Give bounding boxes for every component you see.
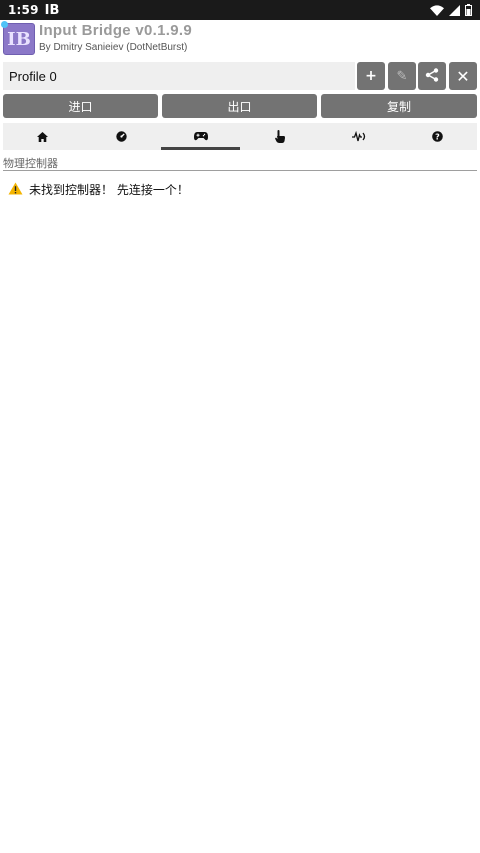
add-profile-button[interactable]: + xyxy=(357,62,385,90)
logo-text: IB xyxy=(7,28,31,50)
gamepad-icon xyxy=(193,132,208,141)
tab-home[interactable] xyxy=(3,123,82,150)
app-header: IB Input Bridge v0.1.9.9 By Dmitry Sanie… xyxy=(0,20,480,60)
app-notification-icon: IB xyxy=(44,2,60,18)
status-time: 1:59 xyxy=(8,3,39,17)
import-button[interactable]: 进口 xyxy=(3,94,158,118)
share-icon xyxy=(425,67,439,86)
help-icon: ? xyxy=(432,131,443,142)
app-title: Input Bridge v0.1.9.9 xyxy=(39,22,193,39)
no-controller-warning: 未找到控制器！ 先连接一个！ xyxy=(8,180,189,199)
tab-bar: ? xyxy=(3,123,477,150)
edit-profile-button[interactable]: ✎ xyxy=(388,62,416,90)
active-tab-indicator xyxy=(161,147,240,150)
home-icon xyxy=(37,131,48,142)
section-divider xyxy=(3,170,477,171)
battery-icon xyxy=(465,4,472,16)
tab-speed[interactable] xyxy=(82,123,161,150)
profile-row: Profile 0 + ✎ ✕ xyxy=(3,62,477,90)
copy-button[interactable]: 复制 xyxy=(321,94,477,118)
app-logo: IB xyxy=(3,23,35,55)
action-row: 进口 出口 复制 xyxy=(3,94,477,118)
status-bar: 1:59 IB xyxy=(0,0,480,20)
tab-vibration[interactable] xyxy=(319,123,398,150)
logo-badge-dot xyxy=(1,21,8,28)
touch-icon xyxy=(274,130,285,143)
vibration-icon xyxy=(351,131,366,142)
warning-message: 未找到控制器！ 先连接一个！ xyxy=(29,183,189,197)
app-author: By Dmitry Sanieiev (DotNetBurst) xyxy=(39,42,188,53)
share-profile-button[interactable] xyxy=(418,62,446,90)
delete-profile-button[interactable]: ✕ xyxy=(449,62,477,90)
profile-name-field[interactable]: Profile 0 xyxy=(3,62,355,90)
tab-touch[interactable] xyxy=(240,123,319,150)
warning-icon xyxy=(8,180,23,199)
export-button[interactable]: 出口 xyxy=(162,94,317,118)
wifi-icon xyxy=(430,4,444,16)
svg-text:?: ? xyxy=(435,132,440,141)
signal-icon xyxy=(449,4,460,16)
section-title: 物理控制器 xyxy=(3,158,58,170)
speedometer-icon xyxy=(116,131,127,142)
tab-controllers[interactable] xyxy=(161,123,240,150)
tab-help[interactable]: ? xyxy=(398,123,477,150)
